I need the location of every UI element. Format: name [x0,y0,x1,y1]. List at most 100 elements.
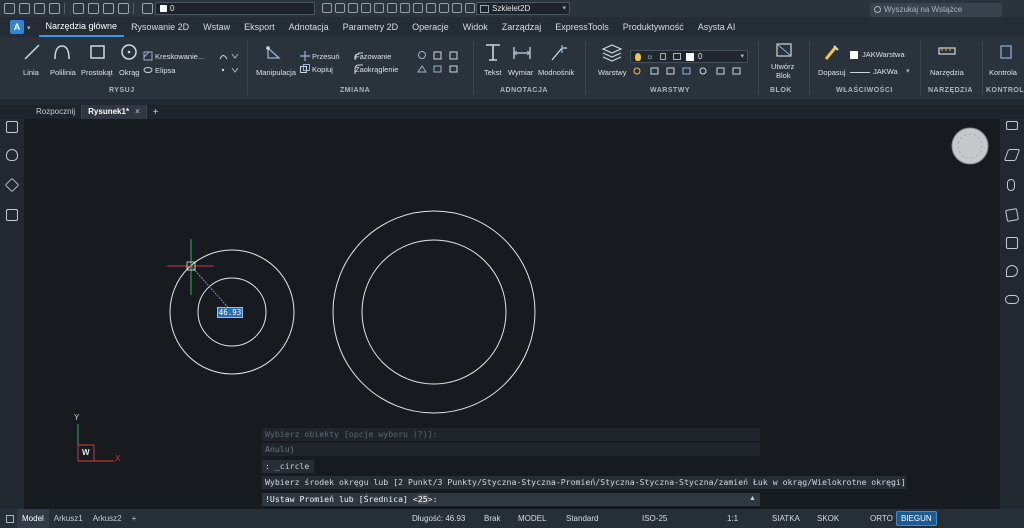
tab-manage[interactable]: Zarządzaj [495,17,549,37]
open-file-icon[interactable] [19,3,30,14]
brak-toggle[interactable]: Brak [484,509,500,528]
close-icon[interactable]: × [135,107,140,116]
chevron-down-icon[interactable]: ▾ [27,24,31,32]
tab-productivity[interactable]: Produktywność [616,17,691,37]
tab-ai-assist[interactable]: Asysta AI [691,17,743,37]
circle-icon[interactable] [119,42,139,62]
add-tab-button[interactable]: + [153,107,159,118]
ellipse-button[interactable]: Elipsa [155,66,175,75]
new-file-icon[interactable] [4,3,15,14]
attachment-icon[interactable] [1007,179,1015,191]
annotation-scale[interactable]: 1:1 [727,509,738,528]
ribbon-search-input[interactable]: Wyszukaj na Wstążce [870,3,1002,17]
text-style-combo[interactable]: Standard [566,509,598,528]
model-space-toggle[interactable]: MODEL [518,509,546,528]
spline-dropdown-icon[interactable] [218,65,240,75]
tab-view[interactable]: Widok [456,17,495,37]
control-button[interactable]: Kontrola [989,68,1017,77]
undo-icon[interactable] [142,3,153,14]
leader-icon[interactable] [548,41,568,63]
pan-icon[interactable] [335,3,345,13]
design-center-icon[interactable] [400,3,410,13]
move-button[interactable]: Przesuń [312,52,340,61]
workspace-combo[interactable]: Szkielet2D ▾ [476,2,570,15]
calculator-icon[interactable] [452,3,462,13]
snap-toggle[interactable]: SKOK [817,509,839,528]
print-preview-icon[interactable] [103,3,114,14]
text-button[interactable]: Tekst [484,68,502,77]
grid-toggle[interactable]: SIATKA [772,509,800,528]
circle-button[interactable]: Okrąg [119,68,139,77]
command-history-toggle-icon[interactable]: ▲ [749,495,756,502]
export-pdf-icon[interactable] [73,3,84,14]
create-block-label-1[interactable]: Utwórz [771,62,794,71]
tab-sheet-2[interactable]: Arkusz2 [88,509,127,528]
create-block-label-2[interactable]: Blok [776,71,791,80]
layers-button[interactable]: Warstwy [598,68,626,77]
layout-menu-icon[interactable] [6,514,14,523]
layer-manager-icon[interactable] [361,3,371,13]
leader-button[interactable]: Modnośnik [538,68,574,77]
publish-icon[interactable] [118,3,129,14]
external-references-icon[interactable] [465,3,475,13]
polyline-icon[interactable] [52,42,72,62]
settings-sliders-icon[interactable] [1006,121,1018,130]
library-icon[interactable] [387,3,397,13]
lightbulb-icon[interactable] [6,149,18,161]
dim-style-combo[interactable]: ISO-25 [642,509,667,528]
tools-button[interactable]: Narzędzia [930,68,964,77]
tool-palettes-icon[interactable] [413,3,423,13]
app-menu-button[interactable]: A [10,20,24,34]
properties-icon[interactable] [374,3,384,13]
polar-toggle[interactable]: BIEGUN [896,511,937,526]
sheet-icon[interactable] [1005,208,1019,222]
tab-insert[interactable]: Wstaw [196,17,237,37]
tab-expresstools[interactable]: ExpressTools [548,17,616,37]
zoom-icon[interactable] [348,3,358,13]
cube-icon[interactable] [4,177,20,193]
color-combo[interactable]: JAKWarstwa [848,49,914,61]
rectangle-icon[interactable] [88,42,108,62]
tab-home[interactable]: Narzędzia główne [38,17,125,37]
cloud-icon[interactable] [1005,295,1019,304]
manipulation-button[interactable]: Manipulacja [256,68,296,77]
dimension-icon[interactable] [512,41,532,63]
print-icon[interactable] [88,3,99,14]
tab-sheet-1[interactable]: Arkusz1 [49,509,88,528]
tab-start[interactable]: Rozpocznij [30,105,83,119]
markup-icon[interactable] [439,3,449,13]
tab-model[interactable]: Model [17,509,49,528]
text-icon[interactable] [483,41,503,63]
create-block-icon[interactable] [774,41,794,59]
layers-icon[interactable] [601,41,623,63]
line-button[interactable]: Linia [23,68,39,77]
line-icon[interactable] [22,42,42,62]
tab-operations[interactable]: Operacje [405,17,456,37]
layer-dropdown[interactable]: ☼ 0 ▾ [630,50,748,63]
manipulation-icon[interactable] [264,42,284,62]
polyline-button[interactable]: Polilinia [50,68,76,77]
tab-parametric-2d[interactable]: Parametry 2D [336,17,406,37]
tools-icon[interactable] [937,42,957,62]
tab-drawing[interactable]: Rysunek1* × [82,105,147,119]
sheet-set-icon[interactable] [426,3,436,13]
match-properties-brush-icon[interactable] [822,43,840,63]
map-pin-icon[interactable] [1006,265,1018,277]
arc-dropdown-icon[interactable] [218,51,240,61]
library-panel-icon[interactable] [1006,237,1018,249]
hatch-button[interactable]: Kreskowanie... [155,52,204,61]
quick-layer-combo[interactable]: 0 [155,2,315,15]
save-icon[interactable] [34,3,45,14]
modify-extra-icons[interactable] [416,50,466,76]
copy-button[interactable]: Kopiuj [312,65,333,74]
layer-tools-icons[interactable] [633,66,745,76]
command-input[interactable]: !Ustaw Promień lub [Średnica] <25>: [262,493,760,506]
add-layout-button[interactable]: + [127,509,142,528]
ortho-toggle[interactable]: ORTO [870,509,893,528]
match-properties-icon[interactable] [322,3,332,13]
tab-export[interactable]: Eksport [237,17,282,37]
tab-draw-2d[interactable]: Rysowanie 2D [124,17,196,37]
structure-icon[interactable] [6,209,18,221]
layers-panel-icon[interactable] [1003,149,1021,161]
dynamic-input-field[interactable]: 46.93 [217,307,243,318]
